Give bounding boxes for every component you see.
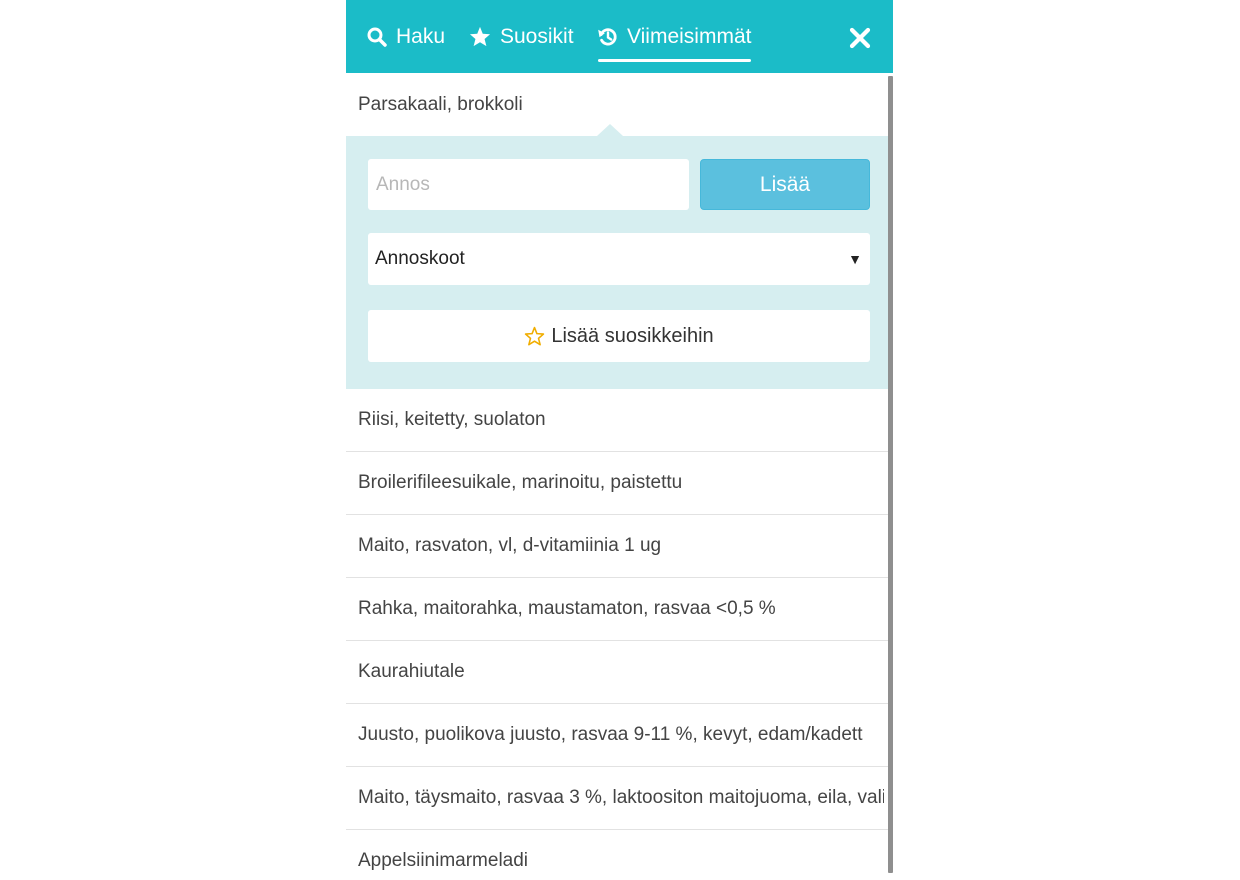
list-item[interactable]: Rahka, maitorahka, maustamaton, rasvaa <… [346, 578, 892, 641]
dropdown-arrow-icon: ▼ [848, 251, 862, 267]
list-item-label: Riisi, keitetty, suolaton [358, 409, 546, 430]
add-to-favorites-label: Lisää suosikkeihin [551, 324, 714, 347]
tab-search-label: Haku [396, 24, 446, 48]
history-icon [598, 27, 617, 45]
tab-bar: Haku Suosikit Viimeisimmät [346, 0, 893, 73]
list-item[interactable]: Riisi, keitetty, suolaton [346, 389, 892, 452]
tab-recent-label: Viimeisimmät [627, 24, 752, 48]
list-item[interactable]: Kaurahiutale [346, 641, 892, 704]
close-icon [849, 27, 871, 49]
detail-caret [597, 124, 623, 136]
list-item-label: Maito, rasvaton, vl, d-vitamiinia 1 ug [358, 535, 662, 556]
add-to-favorites-button[interactable]: Lisää suosikkeihin [368, 310, 870, 362]
list-item-label: Rahka, maitorahka, maustamaton, rasvaa <… [358, 598, 776, 619]
star-outline-icon [525, 326, 545, 346]
tab-recent[interactable]: Viimeisimmät [598, 0, 752, 73]
portion-amount-input[interactable] [368, 159, 689, 210]
close-button[interactable] [848, 26, 872, 50]
portion-size-select-value: Annoskoot [375, 248, 465, 269]
portion-size-select[interactable]: Annoskoot ▼ [368, 233, 870, 285]
tab-search[interactable]: Haku [367, 0, 445, 73]
list-item[interactable]: Broilerifileesuikale, marinoitu, paistet… [346, 452, 892, 515]
recent-food-list: Parsakaali, brokkoli Lisää Annoskoot ▼ L… [346, 73, 892, 880]
food-picker-panel: Haku Suosikit Viimeisimmät Parsakaali, b… [346, 0, 893, 880]
star-icon [469, 26, 491, 47]
search-icon [367, 27, 387, 47]
list-item-label: Appelsiinimarmeladi [358, 850, 529, 871]
list-item[interactable]: Appelsiinimarmeladi [346, 830, 892, 880]
list-item-label: Broilerifileesuikale, marinoitu, paistet… [358, 472, 683, 493]
list-item[interactable]: Maito, täysmaito, rasvaa 3 %, laktoosito… [346, 767, 892, 830]
list-item-label: Maito, täysmaito, rasvaa 3 %, laktoosito… [358, 787, 884, 808]
list-scrollbar[interactable] [888, 76, 893, 873]
list-item[interactable]: Maito, rasvaton, vl, d-vitamiinia 1 ug [346, 515, 892, 578]
tab-favorites[interactable]: Suosikit [469, 0, 574, 73]
item-detail-panel: Lisää Annoskoot ▼ Lisää suosikkeihin [346, 124, 892, 389]
add-button[interactable]: Lisää [700, 159, 870, 210]
tab-favorites-label: Suosikit [500, 24, 574, 48]
list-item-label: Juusto, puolikova juusto, rasvaa 9-11 %,… [358, 724, 863, 745]
list-item-label: Kaurahiutale [358, 661, 465, 682]
list-item[interactable]: Juusto, puolikova juusto, rasvaa 9-11 %,… [346, 704, 892, 767]
